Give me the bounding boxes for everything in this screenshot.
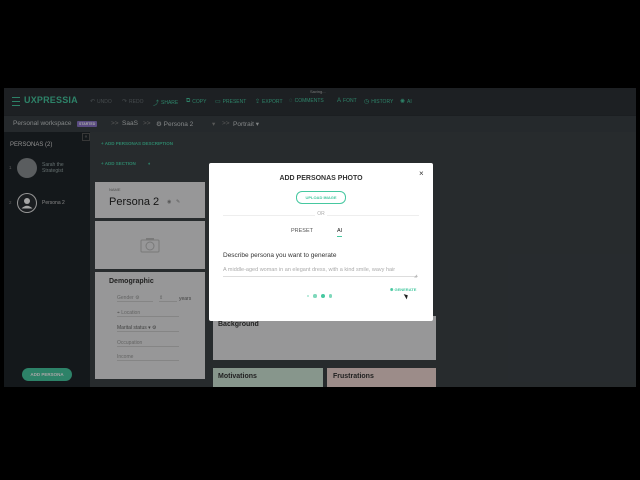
modal-title: ADD PERSONAS PHOTO [279, 175, 363, 182]
divider [327, 215, 419, 216]
or-label: OR [317, 211, 325, 217]
loading-dot [307, 295, 309, 297]
add-photo-modal: × ADD PERSONAS PHOTO UPLOAD IMAGE OR PRE… [209, 163, 433, 321]
persona-description-input[interactable]: A middle-aged woman in an elegant dress,… [223, 267, 418, 277]
tab-preset[interactable]: PRESET [291, 228, 313, 234]
resize-handle-icon[interactable]: ◢ [414, 273, 417, 278]
generate-button[interactable]: ✺ GENERATE [390, 287, 416, 292]
loading-dot [328, 294, 332, 298]
loading-indicator [307, 294, 332, 298]
mouse-cursor-icon [403, 292, 410, 300]
upload-image-button[interactable]: UPLOAD IMAGE [296, 191, 346, 204]
loading-dot [320, 294, 325, 298]
loading-dot [313, 294, 317, 298]
tab-ai[interactable]: AI [337, 228, 343, 237]
describe-label: Describe persona you want to generate [223, 252, 337, 259]
